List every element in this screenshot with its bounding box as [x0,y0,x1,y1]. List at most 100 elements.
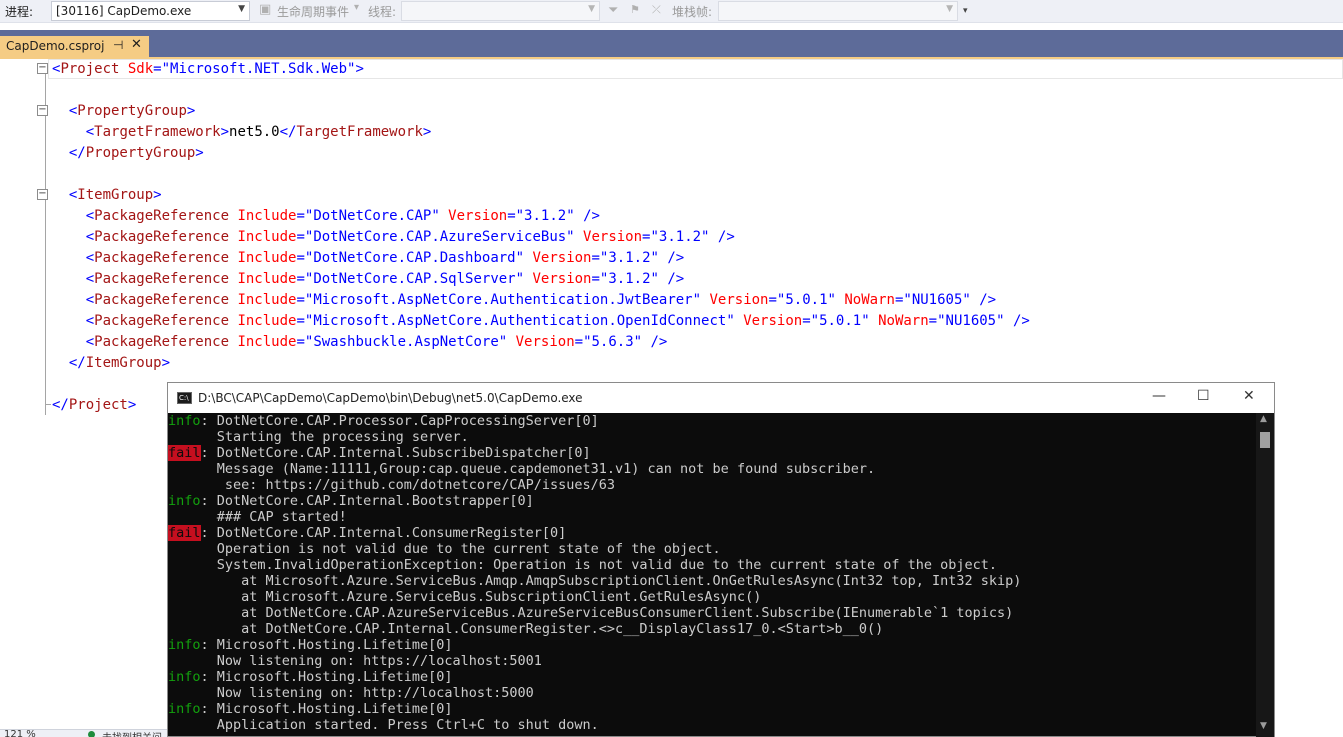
code-token: "Swashbuckle.AspNetCore" [304,334,508,350]
code-line[interactable]: </ItemGroup> [52,353,170,374]
console-icon: C:\ [177,392,192,404]
stack-frame-label: 堆栈帧: [672,5,713,19]
process-dropdown[interactable]: [30116] CapDemo.exe ▼ [51,1,250,21]
document-tab-strip [0,30,1343,57]
lifecycle-events-button[interactable]: 生命周期事件 [277,3,349,20]
code-line[interactable]: </PropertyGroup> [52,143,204,164]
log-text: Starting the processing server. [168,429,469,445]
maximize-button[interactable]: ☐ [1197,388,1210,404]
tab-capdemo-csproj[interactable]: CapDemo.csproj ⊣ ✕ [0,36,149,57]
console-line: Starting the processing server. [168,429,469,445]
code-token: = [296,250,305,266]
log-text: : DotNetCore.CAP.Internal.Bootstrapper[0… [200,493,534,509]
console-line: info: Microsoft.Hosting.Lifetime[0] [168,637,452,653]
code-token: Version [507,334,575,350]
log-text: at Microsoft.Azure.ServiceBus.Subscripti… [168,589,762,605]
chevron-down-icon[interactable]: ▾ [354,2,359,13]
pin-icon[interactable]: ⊣ [113,38,123,52]
code-token: "5.0.1" [810,313,870,329]
toolbar-overflow-icon[interactable]: ▾ [963,6,968,16]
console-line: info: Microsoft.Hosting.Lifetime[0] [168,669,452,685]
code-token: Version [439,208,508,224]
log-level-info: info [168,413,201,429]
code-token: > [355,61,364,77]
console-title: D:\BC\CAP\CapDemo\CapDemo\bin\Debug\net5… [198,391,583,405]
code-token: PackageReference [94,313,230,329]
code-token: ItemGroup [77,187,154,203]
console-line: fail: DotNetCore.CAP.Internal.SubscribeD… [168,445,591,461]
code-line[interactable]: <PackageReference Include="DotNetCore.CA… [52,248,685,269]
code-line[interactable]: <PackageReference Include="DotNetCore.CA… [52,227,735,248]
code-line[interactable]: <PackageReference Include="Microsoft.Asp… [52,311,1030,332]
code-line[interactable]: <PackageReference Include="DotNetCore.CA… [52,206,600,227]
minimize-button[interactable]: — [1152,388,1166,404]
show-threads-icon[interactable]: ⤫ [652,3,661,17]
code-token: < [52,208,95,224]
code-token: > [153,187,162,203]
scroll-down-icon[interactable]: ▼ [1260,721,1267,731]
code-token: PropertyGroup [85,145,196,161]
code-line[interactable]: <PackageReference Include="DotNetCore.CA… [52,269,685,290]
status-bar: 121 % 未找到相关问题 [0,729,167,737]
issues-status[interactable]: 未找到相关问题 [102,730,167,737]
console-scrollbar[interactable]: ▲ ▼ [1256,413,1274,737]
code-token: = [296,334,305,350]
code-line[interactable]: <TargetFramework>net5.0</TargetFramework… [52,122,432,143]
code-token: > [195,145,204,161]
console-window[interactable]: C:\ D:\BC\CAP\CapDemo\CapDemo\bin\Debug\… [167,382,1275,737]
code-token: "3.1.2" [599,250,659,266]
close-button[interactable]: ✕ [1243,388,1255,404]
code-token: Version [524,250,592,266]
thread-dropdown[interactable]: ▼ [401,1,600,21]
collapse-propertygroup-icon[interactable]: − [37,105,48,116]
collapse-project-icon[interactable]: − [37,63,48,74]
code-token: Version [524,271,592,287]
code-line[interactable]: </Project> [52,395,136,416]
zoom-level[interactable]: 121 % [4,730,36,737]
code-line[interactable]: <PackageReference Include="Microsoft.Asp… [52,290,996,311]
code-token: /> [970,292,997,308]
process-value: [30116] CapDemo.exe [56,4,192,18]
chevron-down-icon: ▼ [946,4,953,14]
code-token: < [52,334,95,350]
close-icon[interactable]: ✕ [131,37,142,52]
filter-icon[interactable]: ⏷ [608,3,618,18]
lifecycle-events-icon[interactable]: ▣ [259,2,271,17]
log-text: : Microsoft.Hosting.Lifetime[0] [200,669,453,685]
console-line: Operation is not valid due to the curren… [168,541,721,557]
log-text: see: https://github.com/dotnetcore/CAP/i… [168,477,616,493]
code-token: </ [52,355,86,371]
log-level-fail: fail [168,525,201,541]
code-line[interactable]: <ItemGroup> [52,185,162,206]
code-line[interactable]: <PropertyGroup> [52,101,195,122]
console-title-bar[interactable]: C:\ D:\BC\CAP\CapDemo\CapDemo\bin\Debug\… [168,383,1274,413]
log-level-fail: fail [168,445,201,461]
code-token: Include [229,334,297,350]
console-line: Now listening on: http://localhost:5000 [168,685,534,701]
toggle-flag-icon[interactable]: ⚑ [630,3,640,16]
code-token: PackageReference [94,292,230,308]
console-output[interactable]: info: DotNetCore.CAP.Processor.CapProces… [168,413,1256,737]
collapse-itemgroup-icon[interactable]: − [37,189,48,200]
code-token: "3.1.2" [650,229,710,245]
code-token: Include [229,313,297,329]
code-token: = [507,208,516,224]
code-token: Sdk [119,61,154,77]
log-text: : DotNetCore.CAP.Internal.ConsumerRegist… [200,525,567,541]
code-line[interactable]: <PackageReference Include="Swashbuckle.A… [52,332,668,353]
scroll-up-icon[interactable]: ▲ [1260,414,1267,424]
scroll-thumb[interactable] [1260,432,1270,448]
code-token: "DotNetCore.CAP" [304,208,440,224]
code-token: "Microsoft.NET.Sdk.Web" [161,61,356,77]
log-text: Now listening on: https://localhost:5001 [168,653,542,669]
tab-label: CapDemo.csproj [6,39,105,53]
stack-frame-dropdown[interactable]: ▼ [718,1,958,21]
log-text: : Microsoft.Hosting.Lifetime[0] [200,701,453,717]
code-token: </ [279,124,297,140]
code-line[interactable]: <Project Sdk="Microsoft.NET.Sdk.Web"> [52,59,364,80]
code-token: > [127,397,137,413]
console-line: Application started. Press Ctrl+C to shu… [168,717,599,733]
console-line: see: https://github.com/dotnetcore/CAP/i… [168,477,615,493]
log-text: : Microsoft.Hosting.Lifetime[0] [200,637,453,653]
console-line: at DotNetCore.CAP.AzureServiceBus.AzureS… [168,605,1013,621]
